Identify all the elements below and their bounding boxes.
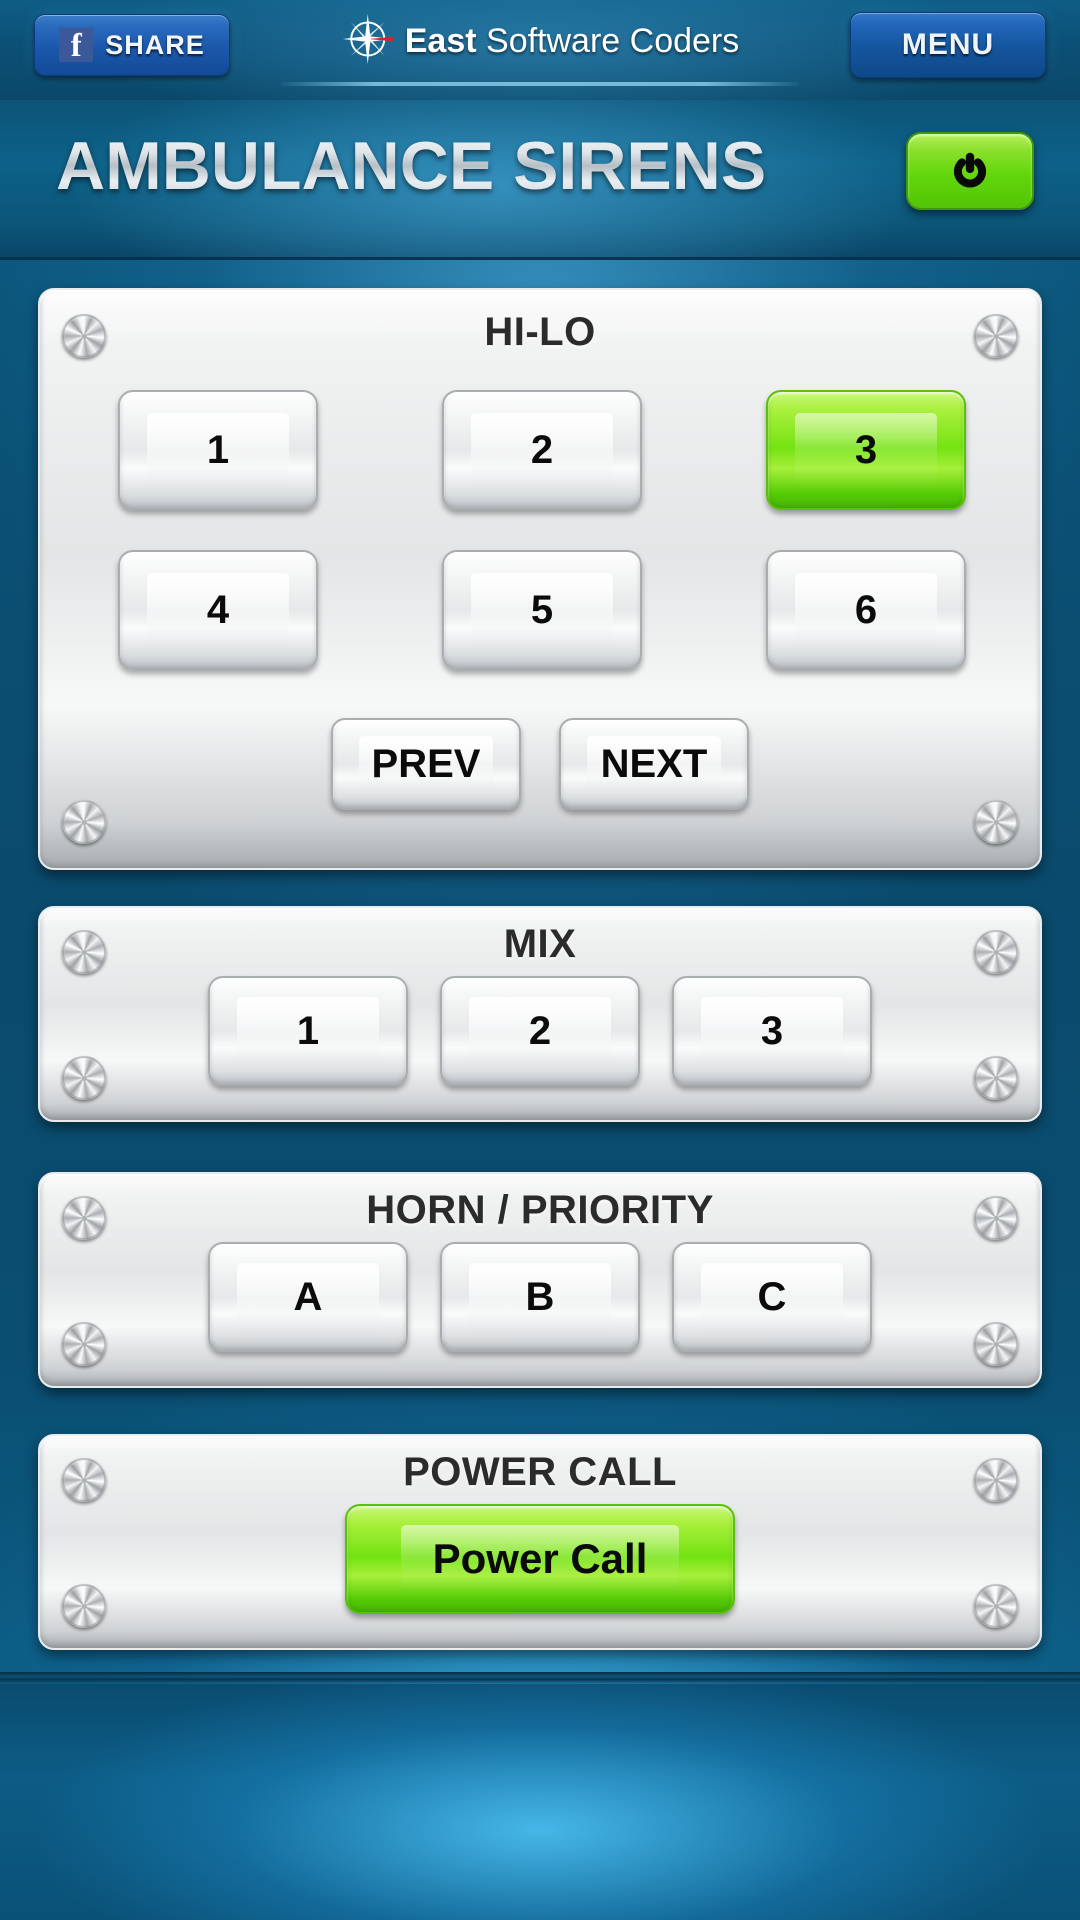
horn-button-b-label: B [525,1274,555,1319]
hilo-button-2[interactable]: 2 [442,390,642,510]
screw-icon [974,1196,1018,1240]
title-bar: AMBULANCE SIRENS [0,100,1080,260]
panel-power-call: POWER CALL Power Call [38,1434,1042,1650]
mix-button-3-label: 3 [760,1008,784,1053]
hilo-button-6[interactable]: 6 [766,550,966,670]
header-bar: f SHARE East Software Coders MENU [0,0,1080,100]
power-icon [947,148,993,194]
share-button-label: SHARE [105,29,205,60]
hilo-button-1[interactable]: 1 [118,390,318,510]
page-title: AMBULANCE SIRENS [56,128,767,204]
mix-button-2[interactable]: 2 [440,976,640,1086]
mix-button-3[interactable]: 3 [672,976,872,1086]
screw-icon [974,1322,1018,1366]
screw-icon [974,314,1018,358]
hilo-button-grid: 1 2 3 4 5 6 [118,390,966,670]
mix-button-1[interactable]: 1 [208,976,408,1086]
hilo-button-6-label: 6 [854,587,878,632]
next-button-label: NEXT [600,741,708,786]
next-button[interactable]: NEXT [559,718,749,810]
screw-icon [62,1458,106,1502]
power-call-button-label: Power Call [432,1535,648,1582]
screw-icon [62,1322,106,1366]
mix-button-1-label: 1 [296,1008,320,1053]
screw-icon [974,1056,1018,1100]
screw-icon [62,1056,106,1100]
hilo-button-4-label: 4 [206,587,230,632]
hilo-nav-controls: PREV NEXT [331,718,749,810]
horn-button-b[interactable]: B [440,1242,640,1352]
bottom-glow-area [0,1684,1080,1920]
horn-button-row: A B C [208,1242,872,1352]
hilo-button-5[interactable]: 5 [442,550,642,670]
screw-icon [62,314,106,358]
compass-rose-icon [341,12,395,71]
hilo-button-5-label: 5 [530,587,554,632]
bottom-divider [0,1672,1080,1684]
screw-icon [62,1196,106,1240]
brand-logo: East Software Coders [341,12,740,71]
hilo-button-2-label: 2 [530,427,554,472]
facebook-icon: f [59,28,94,62]
brand-name: East Software Coders [405,22,740,61]
prev-button[interactable]: PREV [331,718,521,810]
panel-horn-priority: HORN / PRIORITY A B C [38,1172,1042,1388]
brand-underline [281,82,799,86]
facebook-share-button[interactable]: f SHARE [34,14,230,76]
horn-button-c-label: C [757,1274,787,1319]
panel-mix-title: MIX [503,922,577,966]
menu-button-label: MENU [901,28,995,61]
mix-button-row: 1 2 3 [208,976,872,1086]
power-call-button[interactable]: Power Call [345,1504,735,1614]
panel-horn-priority-title: HORN / PRIORITY [366,1188,714,1232]
prev-button-label: PREV [371,741,481,786]
brand-name-light: Software Coders [476,22,740,60]
horn-button-a[interactable]: A [208,1242,408,1352]
horn-button-a-label: A [293,1274,323,1319]
screw-icon [974,930,1018,974]
hilo-button-3[interactable]: 3 [766,390,966,510]
mix-button-2-label: 2 [528,1008,552,1053]
panel-hilo: HI-LO 1 2 3 4 5 6 PREV NEXT [38,288,1042,870]
app-root: f SHARE East Software Coders MENU AMBULA… [0,0,1080,1920]
power-call-row: Power Call [345,1504,735,1614]
screw-icon [62,1584,106,1628]
screw-icon [62,800,106,844]
screw-icon [974,1584,1018,1628]
screw-icon [62,930,106,974]
menu-button[interactable]: MENU [850,12,1046,78]
screw-icon [974,1458,1018,1502]
brand-name-bold: East [404,22,477,60]
hilo-button-4[interactable]: 4 [118,550,318,670]
panel-mix: MIX 1 2 3 [38,906,1042,1122]
hilo-button-1-label: 1 [206,427,230,472]
hilo-button-3-label: 3 [854,427,878,472]
power-toggle-button[interactable] [906,132,1034,210]
screw-icon [974,800,1018,844]
panel-hilo-title: HI-LO [484,310,596,354]
panel-power-call-title: POWER CALL [403,1450,677,1494]
horn-button-c[interactable]: C [672,1242,872,1352]
